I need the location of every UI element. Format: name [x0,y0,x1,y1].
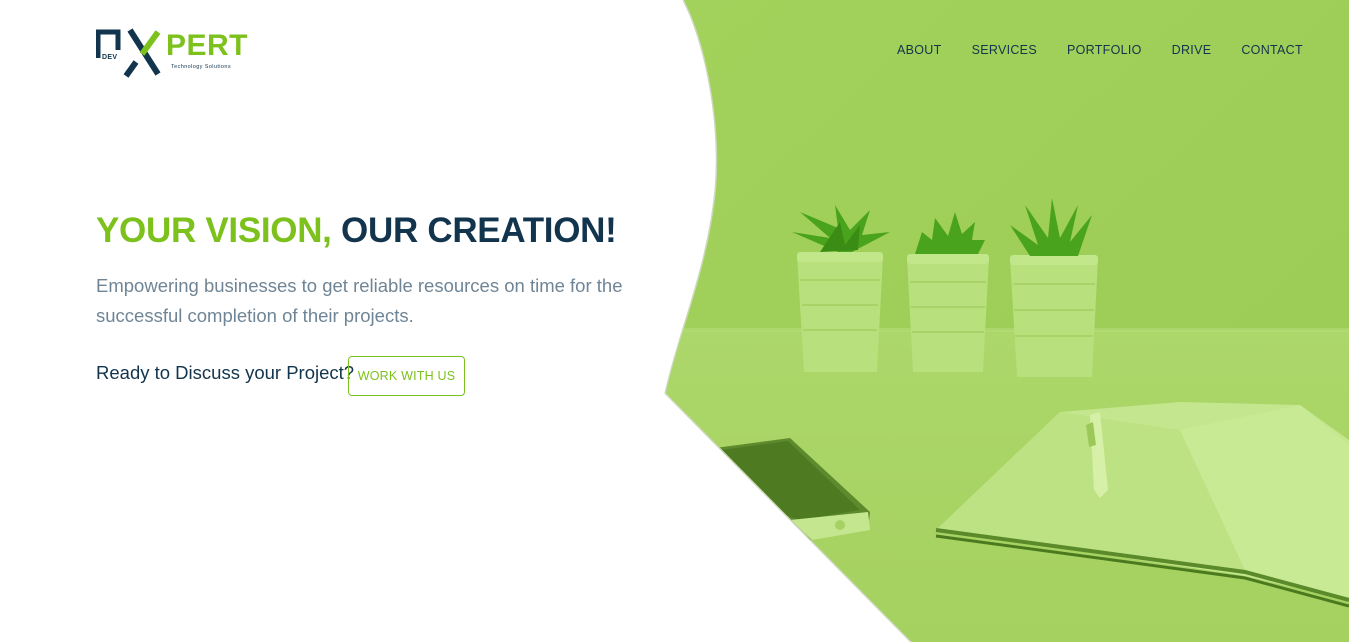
logo-tagline: Technology Solutions [171,64,231,70]
logo-pert-text: PERT [166,29,249,62]
nav-item-services[interactable]: SERVICES [972,43,1037,57]
headline-navy: OUR CREATION! [341,211,617,250]
main-nav: ABOUT SERVICES PORTFOLIO DRIVE CONTACT [897,43,1303,57]
nav-item-about[interactable]: ABOUT [897,43,942,57]
work-with-us-button[interactable]: WORK WITH US [348,356,465,396]
hero-subtext: Empowering businesses to get reliable re… [96,275,623,326]
nav-item-contact[interactable]: CONTACT [1241,43,1303,57]
nav-item-portfolio[interactable]: PORTFOLIO [1067,43,1142,57]
logo[interactable]: DEV PERT Technology Solutions [96,28,256,78]
hero-headline: YOUR VISION, OUR CREATION! [96,208,617,254]
nav-item-drive[interactable]: DRIVE [1172,43,1212,57]
logo-dev-text: DEV [102,54,118,61]
cta-prompt: Ready to Discuss your Project? [96,362,355,383]
headline-green: YOUR VISION, [96,211,332,250]
